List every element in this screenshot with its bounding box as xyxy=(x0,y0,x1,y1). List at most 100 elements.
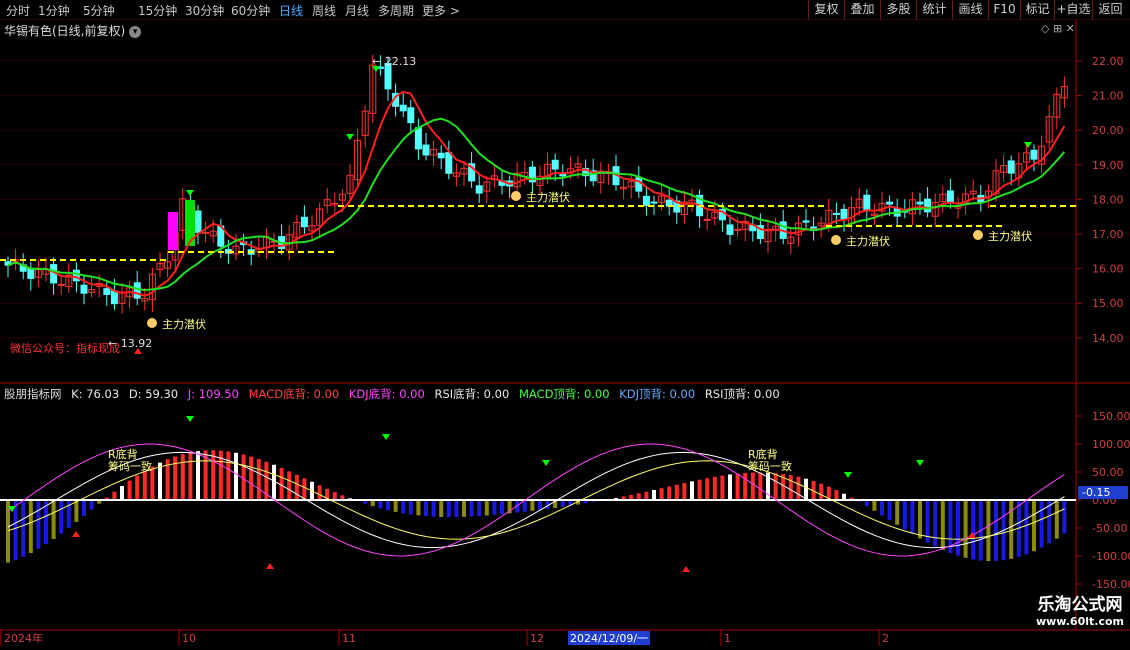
multi-stock-button[interactable]: 多股 xyxy=(880,0,916,20)
date-cursor-text: 2024/12/09/一 xyxy=(570,632,648,645)
macd-bar xyxy=(59,500,64,534)
price-axis-label: 17.00 xyxy=(1092,228,1124,241)
macd-bar xyxy=(477,500,482,517)
highlight-candle-magenta xyxy=(168,212,178,250)
macd-bar xyxy=(1009,500,1014,559)
arrow-down-icon xyxy=(186,416,194,422)
macd-bar xyxy=(226,451,231,500)
macd-bar xyxy=(424,500,428,517)
candle-body xyxy=(924,198,932,213)
macd-bar xyxy=(963,500,968,558)
macd-bar xyxy=(933,500,938,547)
f10-button[interactable]: F10 xyxy=(988,0,1020,20)
arrow-down-icon xyxy=(542,460,550,466)
candle-body xyxy=(407,107,415,124)
period-tab-1min[interactable]: 1分钟 xyxy=(38,2,70,19)
stock-title: 华锡有色(日线,前复权) ▾ xyxy=(4,22,142,39)
macd-bar xyxy=(241,454,246,500)
arrow-up-icon xyxy=(682,566,690,572)
period-tab-5min[interactable]: 5分钟 xyxy=(83,2,115,19)
add-watchlist-button[interactable]: +自选 xyxy=(1054,0,1092,20)
macd-bar xyxy=(401,500,406,514)
restore-rights-button[interactable]: 复权 xyxy=(808,0,844,20)
statistics-button[interactable]: 统计 xyxy=(916,0,952,20)
macd-bar xyxy=(256,459,261,500)
price-axis-label: 15.00 xyxy=(1092,297,1124,310)
overlay-button[interactable]: 叠加 xyxy=(844,0,880,20)
price-axis-label: 22.00 xyxy=(1092,55,1124,68)
period-tab-15min[interactable]: 15分钟 xyxy=(138,2,177,19)
price-axis-label: 18.00 xyxy=(1092,193,1124,206)
period-tab-monthly[interactable]: 月线 xyxy=(345,2,369,19)
candle-body xyxy=(886,201,894,205)
period-tab-weekly[interactable]: 周线 xyxy=(312,2,336,19)
price-axis-label: 14.00 xyxy=(1092,332,1124,345)
draw-line-button[interactable]: 画线 xyxy=(952,0,988,20)
chevron-down-icon[interactable]: ▾ xyxy=(129,26,142,38)
candle-body xyxy=(802,220,810,223)
macd-bar xyxy=(279,467,284,500)
candle-body xyxy=(832,212,840,216)
candle-body xyxy=(1030,149,1038,160)
period-tab-intraday[interactable]: 分时 xyxy=(6,2,30,19)
indicator-axis-label: 50.00 xyxy=(1092,466,1124,479)
candle-body xyxy=(863,194,871,211)
top-toolbar: 分时 1分钟 5分钟 15分钟 30分钟 60分钟 日线 周线 月线 多周期 更… xyxy=(0,0,1130,20)
legend-kdj-top: KDJ顶背: 0.00 xyxy=(619,387,696,401)
candlestick-series xyxy=(4,54,1068,314)
legend-rsi-top: RSI顶背: 0.00 xyxy=(704,387,780,401)
candle-body xyxy=(650,201,658,204)
macd-bar xyxy=(36,500,41,549)
period-tab-60min[interactable]: 60分钟 xyxy=(231,2,270,19)
wechat-note-text: 微信公众号：指标现成 xyxy=(10,341,120,355)
macd-bar xyxy=(880,500,884,516)
indicator-name: 股朋指标网 xyxy=(4,387,62,401)
legend-j: J: 109.50 xyxy=(187,387,239,401)
date-axis-label: 11 xyxy=(342,632,356,645)
period-tab-more[interactable]: 更多 > xyxy=(422,2,460,19)
candle-body xyxy=(57,283,65,286)
legend-kdj-bottom: KDJ底背: 0.00 xyxy=(348,387,425,401)
macd-bar xyxy=(940,500,945,550)
watermark: 乐淘公式网 www.60lt.com xyxy=(1036,590,1124,628)
signal-label-text: 主力潜伏 xyxy=(988,229,1032,243)
period-tab-multi[interactable]: 多周期 xyxy=(378,2,414,19)
macd-bar xyxy=(211,450,216,500)
chart-canvas[interactable]: 22.00 21.00 20.00 19.00 18.00 17.00 16.00 15.00… xyxy=(0,0,1130,650)
arrow-down-icon xyxy=(346,134,354,140)
macd-bar xyxy=(652,489,656,500)
macd-bar xyxy=(895,500,900,525)
macd-bar xyxy=(112,491,117,500)
macd-bar xyxy=(788,475,793,500)
candle-body xyxy=(103,288,111,296)
macd-bar xyxy=(294,474,299,500)
price-axis-label: 21.00 xyxy=(1092,90,1124,103)
legend-k: K: 76.03 xyxy=(71,387,120,401)
period-tab-30min[interactable]: 30分钟 xyxy=(185,2,224,19)
indicator-axis-label: -50.00 xyxy=(1092,522,1127,535)
macd-bar xyxy=(13,500,18,561)
panel-control-icons[interactable]: ◇ ⊞ ✕ xyxy=(1041,22,1075,35)
macd-bar xyxy=(735,473,740,500)
arrow-down-icon xyxy=(844,472,852,478)
macd-bar xyxy=(302,478,307,500)
stock-title-text: 华锡有色(日线,前复权) xyxy=(4,24,126,38)
candle-body xyxy=(559,173,567,177)
candle-body xyxy=(916,201,924,205)
macd-bar xyxy=(28,500,33,554)
mark-button[interactable]: 标记 xyxy=(1020,0,1054,20)
indicator-axis-label: 150.00 xyxy=(1092,410,1130,423)
back-button[interactable]: 返回 xyxy=(1092,0,1128,20)
period-tab-daily[interactable]: 日线 xyxy=(279,2,303,19)
candle-body xyxy=(946,190,954,204)
macd-bar xyxy=(188,452,193,500)
watermark-url: www.60lt.com xyxy=(1035,615,1124,628)
macd-bar xyxy=(887,500,892,521)
candle-body xyxy=(202,231,210,234)
macd-bar xyxy=(317,485,322,500)
candle-body xyxy=(80,284,88,294)
hand-pointer-icon xyxy=(831,235,841,245)
macd-bar xyxy=(1054,500,1059,539)
macd-bar xyxy=(21,500,26,557)
indicator-legend: 股朋指标网 K: 76.03 D: 59.30 J: 109.50 MACD底背… xyxy=(4,386,786,402)
